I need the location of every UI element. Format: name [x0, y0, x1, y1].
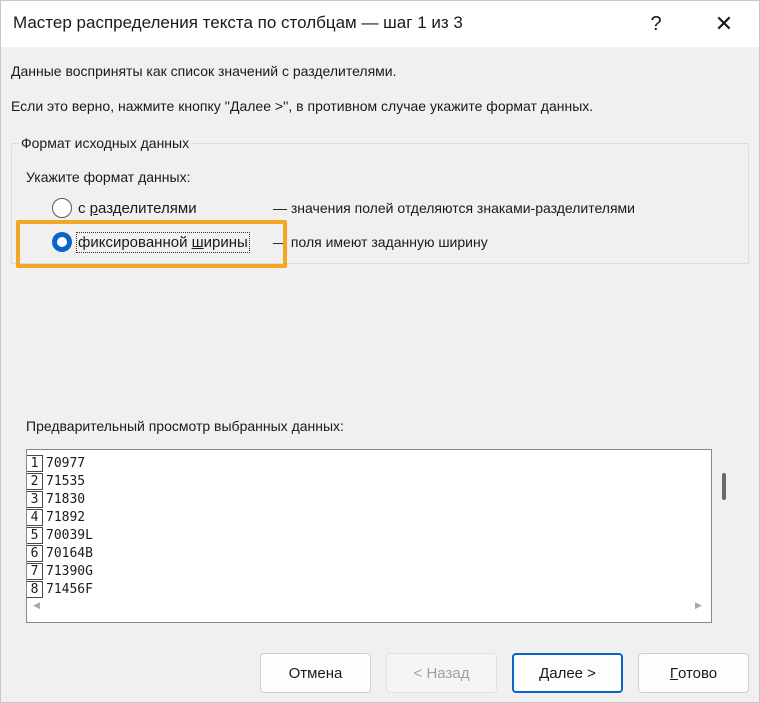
- delimited-radio[interactable]: [52, 198, 72, 218]
- row-value: 70039L: [46, 527, 93, 543]
- row-value: 70164B: [46, 545, 93, 561]
- preview-row: 4 71892: [27, 508, 93, 526]
- row-number: 7: [27, 562, 43, 580]
- preview-label: Предварительный просмотр выбранных данны…: [26, 418, 344, 434]
- scroll-left-icon[interactable]: ◀: [33, 600, 40, 611]
- preview-row: 8 71456F: [27, 580, 93, 598]
- dialog-body: Данные восприняты как список значений с …: [1, 47, 759, 702]
- next-button[interactable]: Далее >: [512, 653, 623, 693]
- row-number: 1: [27, 454, 43, 472]
- title-bar: Мастер распределения текста по столбцам …: [1, 1, 759, 47]
- finish-rest: отово: [677, 664, 718, 682]
- scroll-right-icon[interactable]: ▶: [695, 600, 702, 611]
- info-text-detected: Данные восприняты как список значений с …: [11, 63, 397, 79]
- help-icon[interactable]: ?: [633, 1, 679, 47]
- text-to-columns-wizard-dialog: Мастер распределения текста по столбцам …: [0, 0, 760, 703]
- info-text-instructions: Если это верно, нажмите кнопку ''Далее >…: [11, 98, 594, 114]
- preview-row: 5 70039L: [27, 526, 93, 544]
- row-number: 3: [27, 490, 43, 508]
- preview-row: 2 71535: [27, 472, 93, 490]
- delimited-radio-label[interactable]: с разделителями: [78, 200, 197, 217]
- delimited-description: — значения полей отделяются знаками-разд…: [273, 200, 635, 216]
- row-number: 5: [27, 526, 43, 544]
- finish-accel: Г: [669, 664, 678, 682]
- preview-row: 3 71830: [27, 490, 93, 508]
- preview-rows: 1 70977 2 71535 3 71830 4 71892 5 70039L 6 701…: [27, 454, 93, 598]
- preview-row: 1 70977: [27, 454, 93, 472]
- close-icon[interactable]: ✕: [701, 1, 747, 47]
- row-value: 70977: [46, 455, 86, 471]
- row-number: 4: [27, 508, 43, 526]
- row-value: 71535: [46, 473, 86, 489]
- data-preview-pane[interactable]: 1 70977 2 71535 3 71830 4 71892 5 70039L 6 701…: [26, 449, 712, 623]
- fixed-width-description: — поля имеют заданную ширину: [273, 234, 488, 250]
- cancel-button[interactable]: Отмена: [260, 653, 371, 693]
- finish-button[interactable]: Готово: [638, 653, 749, 693]
- delimited-label-pre: с: [78, 200, 90, 217]
- delimited-label-accel: р: [89, 200, 99, 217]
- row-value: 71390G: [46, 563, 93, 579]
- fixed-width-highlight-box: [16, 220, 287, 268]
- row-value: 71456F: [46, 581, 93, 597]
- format-prompt: Укажите формат данных:: [26, 169, 191, 185]
- preview-row: 6 70164B: [27, 544, 93, 562]
- preview-row: 7 71390G: [27, 562, 93, 580]
- back-button[interactable]: < Назад: [386, 653, 497, 693]
- source-format-group-title: Формат исходных данных: [19, 135, 192, 151]
- dialog-title: Мастер распределения текста по столбцам …: [13, 13, 463, 32]
- row-number: 8: [27, 580, 43, 598]
- delimited-label-post: азделителями: [98, 200, 197, 217]
- vertical-scrollbar-thumb[interactable]: [722, 473, 726, 500]
- row-value: 71892: [46, 509, 86, 525]
- row-value: 71830: [46, 491, 86, 507]
- row-number: 2: [27, 472, 43, 490]
- row-number: 6: [27, 544, 43, 562]
